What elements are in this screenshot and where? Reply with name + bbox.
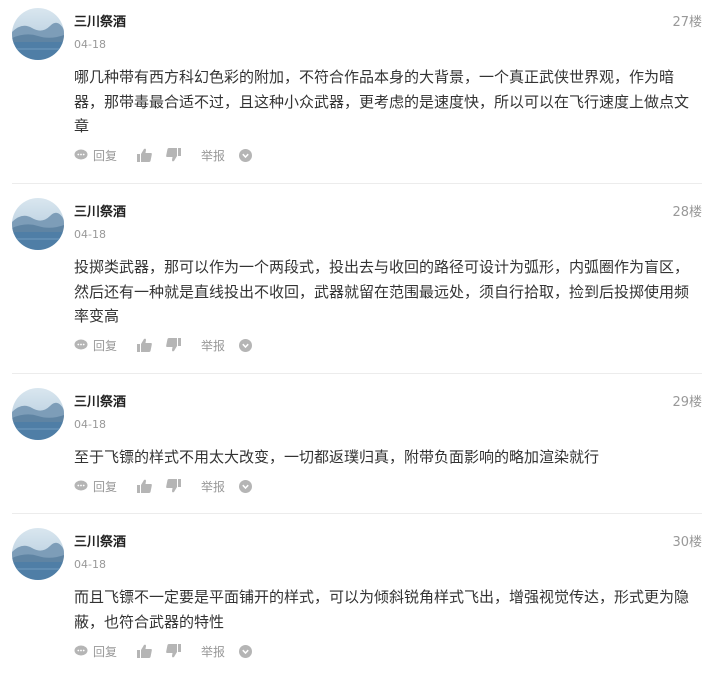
thumbs-down-icon <box>166 644 182 658</box>
dislike-button[interactable] <box>166 479 182 493</box>
username[interactable]: 三川祭酒 <box>74 531 126 550</box>
thumbs-up-icon <box>137 479 152 493</box>
comment-text: 而且飞镖不一定要是平面铺开的样式，可以为倾斜锐角样式飞出，增强视觉传达，形式更为… <box>74 588 690 631</box>
username[interactable]: 三川祭酒 <box>74 391 126 410</box>
comment-date: 04-18 <box>74 558 106 571</box>
comment-item: 三川祭酒 04-18 29楼 至于飞镖的样式不用太大改变，一切都返璞归真，附带负… <box>0 374 728 514</box>
floor-number: 28楼 <box>672 205 702 220</box>
dislike-button[interactable] <box>166 338 182 352</box>
reply-label: 回复 <box>93 644 118 659</box>
thumbs-down-icon <box>166 479 182 493</box>
report-button[interactable]: 举报 <box>201 147 225 164</box>
avatar[interactable] <box>12 8 64 60</box>
comment-actions: 回复 举报 <box>74 147 253 164</box>
comment-item: 三川祭酒 04-18 28楼 投掷类武器，那可以作为一个两段式，投出去与收回的路… <box>0 184 728 374</box>
report-button[interactable]: 举报 <box>201 478 225 495</box>
speech-bubble-icon <box>74 480 88 491</box>
comment-date: 04-18 <box>74 228 106 241</box>
reply-label: 回复 <box>93 148 118 163</box>
report-button[interactable]: 举报 <box>201 337 225 354</box>
comment-date: 04-18 <box>74 418 106 431</box>
reply-button[interactable]: 回复 <box>74 337 117 354</box>
like-button[interactable] <box>137 644 152 658</box>
lake-mountain-avatar-icon <box>12 8 64 60</box>
thumbs-up-icon <box>137 644 152 658</box>
like-button[interactable] <box>137 148 152 162</box>
floor-number: 29楼 <box>672 395 702 410</box>
comment-header: 三川祭酒 04-18 29楼 <box>74 388 702 432</box>
reply-button[interactable]: 回复 <box>74 147 117 164</box>
comment-actions: 回复 举报 <box>74 337 253 354</box>
comment-actions: 回复 举报 <box>74 643 253 660</box>
chevron-down-circle-icon <box>239 338 253 352</box>
comment-actions: 回复 举报 <box>74 478 253 495</box>
comment-item: 三川祭酒 04-18 27楼 哪几种带有西方科幻色彩的附加，不符合作品本身的大背… <box>0 0 728 184</box>
thumbs-up-icon <box>137 338 152 352</box>
comment-date: 04-18 <box>74 38 106 51</box>
reply-button[interactable]: 回复 <box>74 643 117 660</box>
reply-label: 回复 <box>93 479 118 494</box>
comment-text: 投掷类武器，那可以作为一个两段式，投出去与收回的路径可设计为弧形，内弧圈作为盲区… <box>74 258 690 325</box>
more-button[interactable] <box>239 148 253 162</box>
thumbs-down-icon <box>166 148 182 162</box>
speech-bubble-icon <box>74 339 88 350</box>
like-button[interactable] <box>137 338 152 352</box>
dislike-button[interactable] <box>166 644 182 658</box>
speech-bubble-icon <box>74 149 88 160</box>
report-button[interactable]: 举报 <box>201 643 225 660</box>
chevron-down-circle-icon <box>239 644 253 658</box>
chevron-down-circle-icon <box>239 479 253 493</box>
reply-label: 回复 <box>93 338 118 353</box>
more-button[interactable] <box>239 644 253 658</box>
comment-header: 三川祭酒 04-18 28楼 <box>74 198 702 242</box>
avatar[interactable] <box>12 388 64 440</box>
lake-mountain-avatar-icon <box>12 388 64 440</box>
username[interactable]: 三川祭酒 <box>74 201 126 220</box>
thumbs-down-icon <box>166 338 182 352</box>
comment-text: 哪几种带有西方科幻色彩的附加，不符合作品本身的大背景，一个真正武侠世界观，作为暗… <box>74 68 690 135</box>
comment-text: 至于飞镖的样式不用太大改变，一切都返璞归真，附带负面影响的略加渲染就行 <box>74 448 600 466</box>
floor-number: 30楼 <box>672 535 702 550</box>
floor-number: 27楼 <box>672 15 702 30</box>
more-button[interactable] <box>239 479 253 493</box>
speech-bubble-icon <box>74 645 88 656</box>
lake-mountain-avatar-icon <box>12 528 64 580</box>
reply-button[interactable]: 回复 <box>74 478 117 495</box>
thumbs-up-icon <box>137 148 152 162</box>
more-button[interactable] <box>239 338 253 352</box>
lake-mountain-avatar-icon <box>12 198 64 250</box>
avatar[interactable] <box>12 198 64 250</box>
like-button[interactable] <box>137 479 152 493</box>
comment-header: 三川祭酒 04-18 27楼 <box>74 8 702 52</box>
dislike-button[interactable] <box>166 148 182 162</box>
avatar[interactable] <box>12 528 64 580</box>
comment-header: 三川祭酒 04-18 30楼 <box>74 528 702 572</box>
comment-item: 三川祭酒 04-18 30楼 而且飞镖不一定要是平面铺开的样式，可以为倾斜锐角样… <box>0 514 728 673</box>
username[interactable]: 三川祭酒 <box>74 11 126 30</box>
chevron-down-circle-icon <box>239 148 253 162</box>
